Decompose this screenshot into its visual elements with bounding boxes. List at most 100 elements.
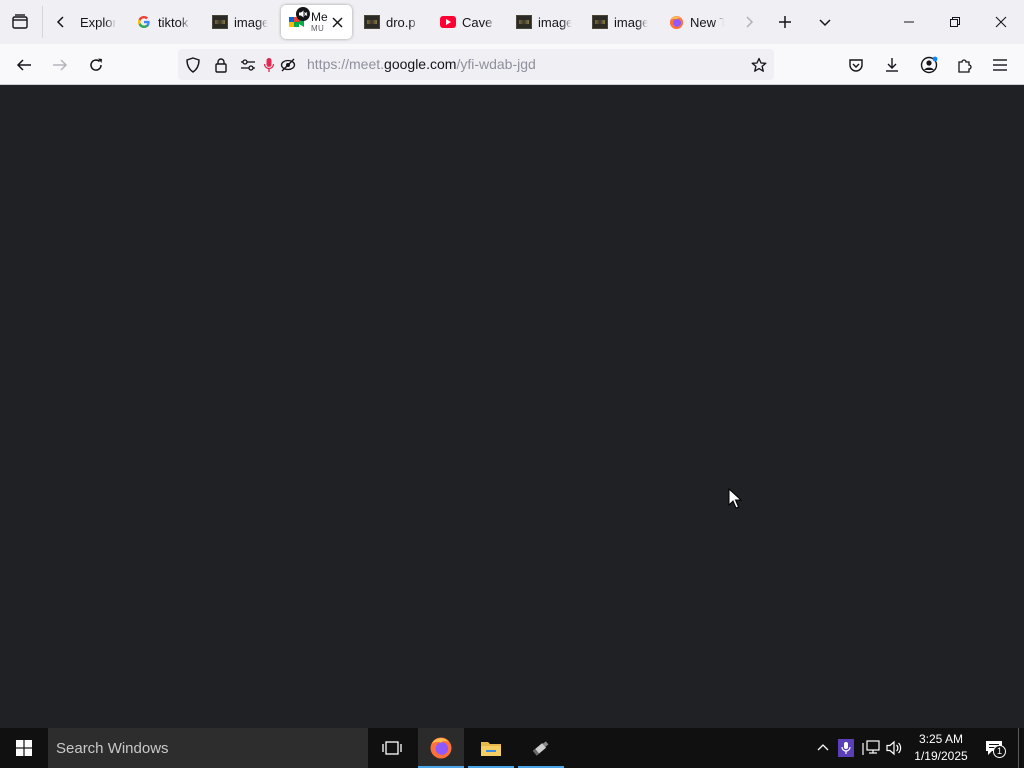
reload-icon	[90, 58, 102, 71]
bookmark-star-button[interactable]	[750, 56, 768, 74]
minimize-button[interactable]	[886, 0, 932, 44]
app-menu-button[interactable]	[987, 52, 1013, 78]
download-icon	[886, 58, 898, 72]
lock-icon[interactable]	[212, 56, 230, 74]
tab-tiktok[interactable]: tiktok	[136, 5, 192, 39]
tracking-protection-shield-icon[interactable]	[184, 56, 202, 74]
taskbar-clock[interactable]: 3:25 AM 1/19/2025	[908, 731, 974, 765]
network-icon	[862, 740, 880, 755]
youtube-icon	[440, 14, 456, 30]
show-hidden-icons-button[interactable]	[812, 728, 834, 768]
restore-icon	[950, 17, 960, 27]
chevron-up-icon	[817, 744, 829, 751]
url-prefix: https://meet.	[307, 56, 385, 72]
taskbar-file-explorer[interactable]	[468, 728, 514, 768]
tab-title: Explor	[80, 14, 116, 30]
windows-taskbar: Search Windows 3:25 AM 1/19/2025 1	[0, 728, 1024, 768]
restore-button[interactable]	[932, 0, 978, 44]
close-icon	[332, 17, 342, 27]
pocket-button[interactable]	[843, 52, 869, 78]
url-path: /yfi-wdab-jgd	[456, 56, 536, 72]
image-thumbnail-icon	[212, 14, 228, 30]
tab-title: image	[234, 14, 268, 30]
tray-volume[interactable]	[884, 728, 906, 768]
tray-network[interactable]	[860, 728, 882, 768]
tab-youtube[interactable]: Cave S	[440, 5, 498, 39]
tab-dro[interactable]: dro.p	[364, 5, 422, 39]
forward-button[interactable]	[47, 52, 73, 78]
pocket-icon	[849, 59, 863, 72]
start-button[interactable]	[0, 728, 48, 768]
arrow-right-icon	[53, 59, 68, 71]
tab-explore[interactable]: Explor	[80, 5, 120, 39]
extensions-button[interactable]	[951, 52, 977, 78]
microphone-icon	[838, 739, 854, 757]
scroll-tabs-left-button[interactable]	[48, 9, 74, 35]
firefox-icon	[668, 14, 684, 30]
taskbar-usb-app[interactable]	[518, 728, 564, 768]
google-g-icon	[136, 14, 152, 30]
firefox-icon	[430, 737, 452, 759]
chevron-right-icon	[746, 16, 754, 28]
screen: Explor tiktok image Me MU dro.p Cave ima…	[0, 0, 1024, 768]
navigation-toolbar: https://meet.google.com/yfi-wdab-jgd	[0, 44, 1024, 85]
microphone-in-use-icon[interactable]	[260, 56, 278, 74]
account-avatar-icon	[920, 56, 938, 74]
tab-title: New T	[690, 14, 724, 30]
page-content-area[interactable]	[0, 86, 1024, 728]
plus-icon	[779, 16, 791, 28]
permissions-sliders-icon[interactable]	[239, 56, 257, 74]
star-icon	[751, 57, 767, 72]
back-button[interactable]	[11, 52, 37, 78]
taskbar-firefox[interactable]	[418, 728, 464, 768]
task-view-icon	[382, 741, 402, 755]
tab-google-meet[interactable]: Me MU	[281, 5, 352, 39]
tab-strip: Explor tiktok image Me MU dro.p Cave ima…	[0, 0, 1024, 44]
tab-title: tiktok	[158, 14, 189, 30]
scroll-tabs-right-button[interactable]	[736, 9, 762, 35]
chevron-left-icon	[56, 16, 64, 28]
close-tab-button[interactable]	[329, 14, 345, 30]
speaker-icon	[886, 740, 902, 756]
tab-separator	[42, 6, 43, 38]
tab-image[interactable]: image	[212, 5, 270, 39]
close-icon	[995, 16, 1007, 28]
puzzle-piece-icon	[958, 59, 972, 73]
address-bar[interactable]: https://meet.google.com/yfi-wdab-jgd	[178, 49, 774, 80]
tab-title: dro.p	[386, 14, 416, 30]
url-text[interactable]: https://meet.google.com/yfi-wdab-jgd	[307, 56, 536, 72]
tray-microphone-in-use[interactable]	[836, 728, 856, 768]
url-domain: google.com	[384, 56, 457, 72]
clock-date: 1/19/2025	[914, 749, 968, 763]
account-button[interactable]	[916, 52, 942, 78]
list-all-tabs-button[interactable]	[812, 9, 838, 35]
mouse-pointer-icon	[728, 488, 742, 509]
folder-icon	[481, 742, 501, 756]
camera-blocked-icon[interactable]	[279, 56, 297, 74]
tab-muted-speaker-icon[interactable]	[296, 7, 310, 21]
close-window-button[interactable]	[978, 0, 1024, 44]
clock-time: 3:25 AM	[918, 732, 964, 746]
usb-drive-icon	[532, 741, 549, 756]
reload-button[interactable]	[83, 52, 109, 78]
hamburger-menu-icon	[993, 59, 1007, 71]
show-desktop-button[interactable]	[1018, 728, 1024, 768]
tab-title: image	[614, 14, 648, 30]
tab-title: Cave S	[462, 14, 496, 30]
tab-image[interactable]: image	[516, 5, 574, 39]
image-thumbnail-icon	[516, 14, 532, 30]
windows-logo-icon	[16, 740, 32, 756]
task-view-button[interactable]	[369, 728, 415, 768]
firefox-view-icon	[12, 14, 28, 29]
image-thumbnail-icon	[592, 14, 608, 30]
tab-title: image	[538, 14, 572, 30]
action-center-button[interactable]: 1	[978, 728, 1010, 768]
new-tab-button[interactable]	[772, 9, 798, 35]
downloads-button[interactable]	[879, 52, 905, 78]
taskbar-search-box[interactable]: Search Windows	[48, 728, 368, 768]
firefox-view-button[interactable]	[7, 9, 33, 35]
tab-image[interactable]: image	[592, 5, 650, 39]
image-thumbnail-icon	[364, 14, 380, 30]
tab-new-tab[interactable]: New T	[668, 5, 726, 39]
notification-count-badge: 1	[993, 745, 1006, 758]
